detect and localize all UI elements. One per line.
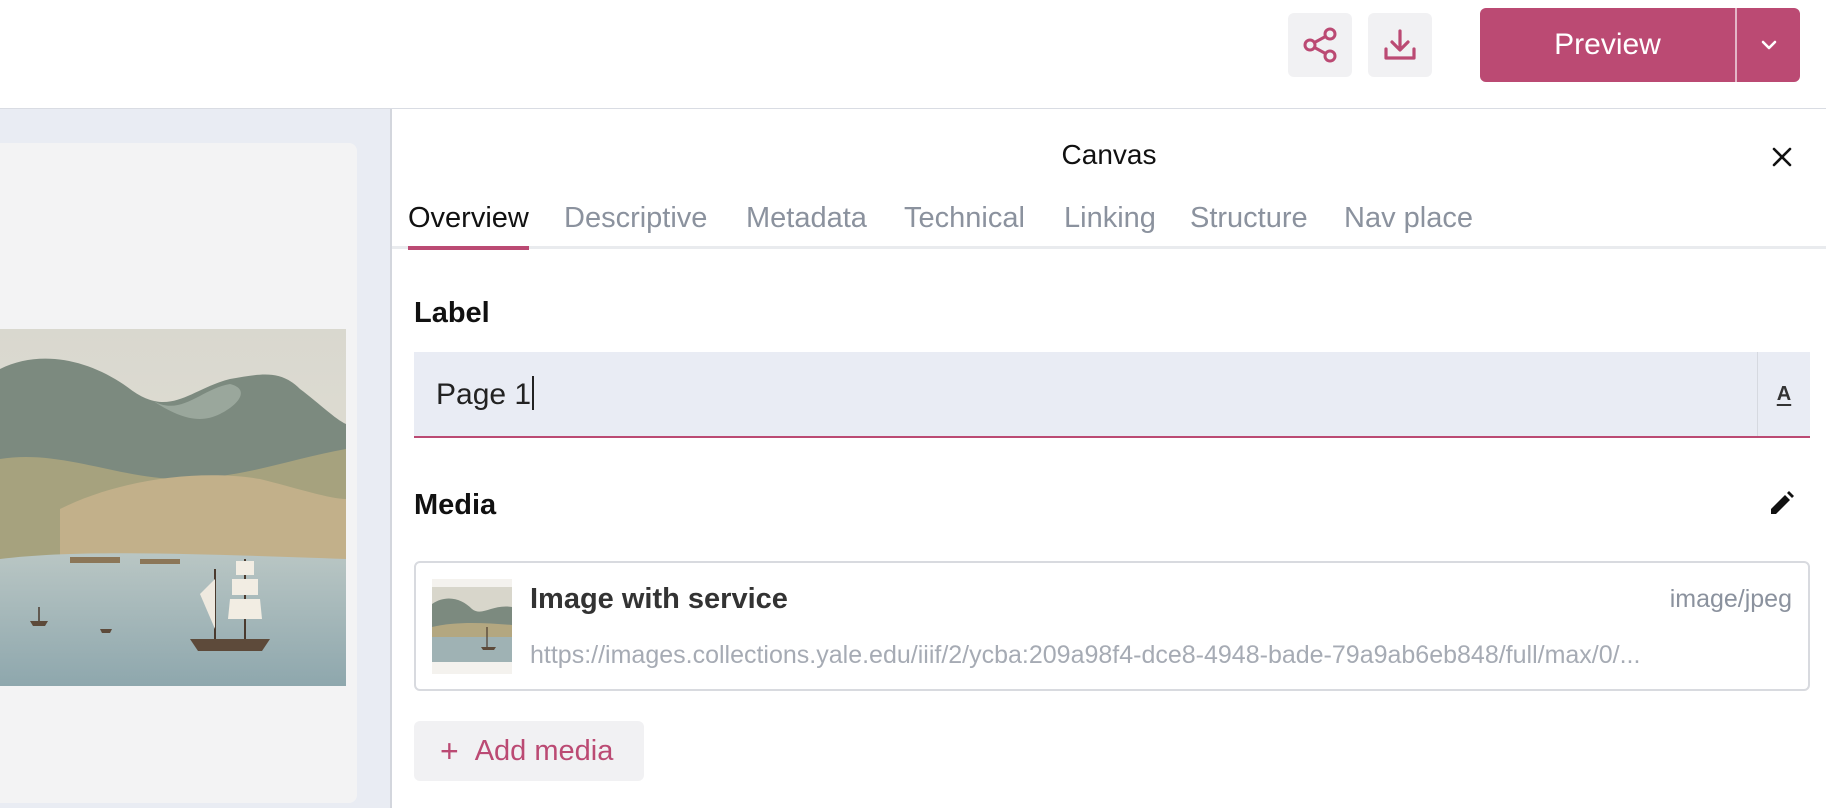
tab-metadata[interactable]: Metadata xyxy=(746,199,867,246)
media-item-url: https://images.collections.yale.edu/iiif… xyxy=(530,641,1641,669)
chevron-down-icon xyxy=(1761,40,1776,50)
label-input-value: Page 1 xyxy=(436,376,535,412)
close-icon xyxy=(1772,147,1792,167)
media-item-format: image/jpeg xyxy=(1669,585,1792,613)
pencil-icon xyxy=(1771,491,1794,514)
download-icon xyxy=(1384,29,1416,60)
canvas-properties-panel: Canvas Overview Descriptive Metadata Tec… xyxy=(390,109,1826,808)
edit-media-button[interactable] xyxy=(1766,489,1796,519)
media-thumbnail-image xyxy=(432,587,512,662)
label-input[interactable]: Page 1 A xyxy=(414,352,1810,438)
tab-descriptive[interactable]: Descriptive xyxy=(564,199,707,246)
preview-button-group: Preview xyxy=(1480,8,1800,82)
preview-dropdown-button[interactable] xyxy=(1737,8,1800,82)
panel-title: Canvas xyxy=(1061,139,1157,170)
tab-technical[interactable]: Technical xyxy=(904,199,1025,246)
label-heading: Label xyxy=(414,297,490,329)
media-thumbnail xyxy=(432,579,512,674)
top-toolbar: Preview xyxy=(0,0,1826,109)
close-panel-button[interactable] xyxy=(1766,141,1798,173)
panel-tabs: Overview Descriptive Metadata Technical … xyxy=(392,199,1826,250)
add-media-button[interactable]: + Add media xyxy=(414,721,644,781)
tab-overview[interactable]: Overview xyxy=(408,199,529,250)
plus-icon: + xyxy=(440,732,459,769)
canvas-image[interactable] xyxy=(0,329,346,686)
tab-structure[interactable]: Structure xyxy=(1190,199,1308,246)
share-button[interactable] xyxy=(1288,13,1352,77)
media-heading: Media xyxy=(414,489,497,521)
share-icon xyxy=(1303,27,1337,63)
tab-nav-place[interactable]: Nav place xyxy=(1344,199,1473,246)
download-button[interactable] xyxy=(1368,13,1432,77)
media-item[interactable]: Image with service image/jpeg https://im… xyxy=(414,561,1810,691)
landscape-painting xyxy=(0,329,346,686)
text-language-icon: A xyxy=(1776,382,1792,405)
preview-button[interactable]: Preview xyxy=(1480,8,1737,82)
tab-linking[interactable]: Linking xyxy=(1064,199,1156,246)
canvas-workspace xyxy=(0,109,390,808)
language-toggle-button[interactable]: A xyxy=(1757,352,1810,436)
canvas-preview-card[interactable] xyxy=(0,143,357,803)
add-media-label: Add media xyxy=(474,734,614,767)
media-item-name: Image with service xyxy=(530,583,788,615)
